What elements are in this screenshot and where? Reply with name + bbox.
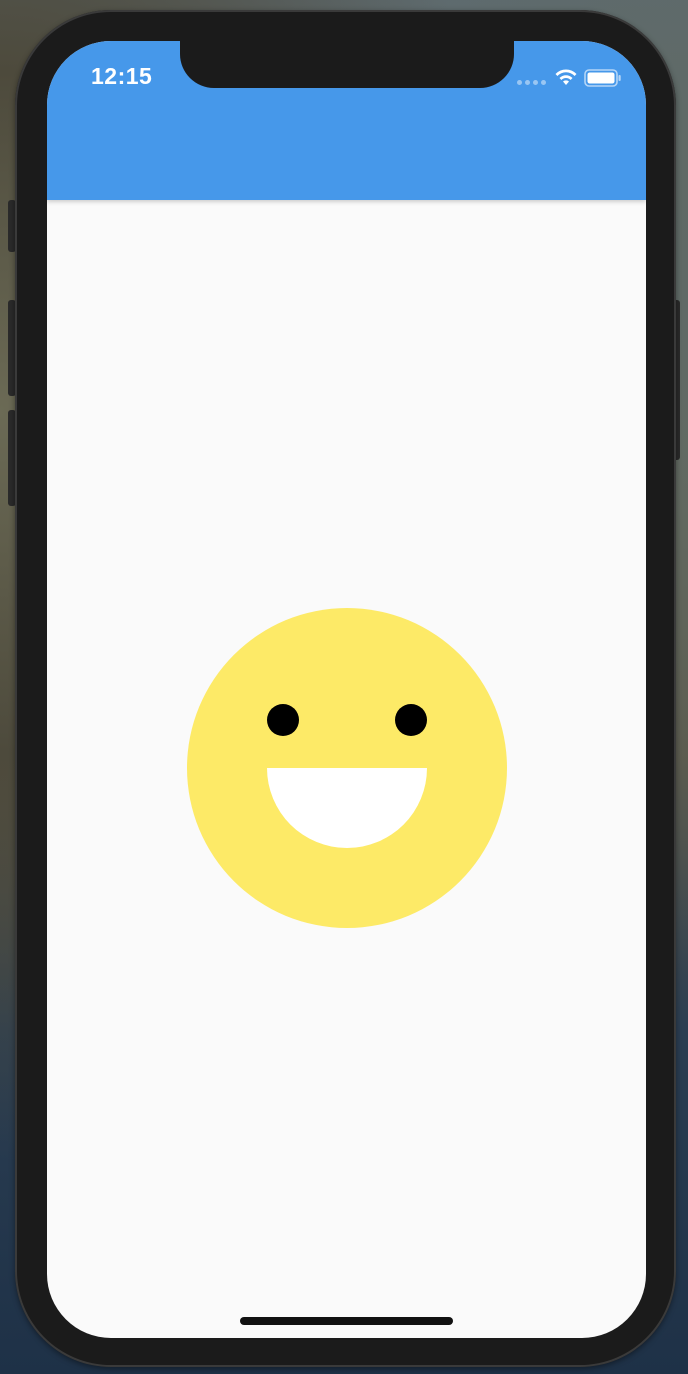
smiley-left-eye — [267, 704, 299, 736]
home-indicator[interactable] — [240, 1317, 453, 1325]
camera-notch — [180, 41, 514, 88]
cellular-signal-icon — [517, 80, 546, 85]
phone-screen: 12:15 — [47, 41, 646, 1338]
battery-icon — [584, 69, 621, 87]
status-time: 12:15 — [91, 63, 153, 89]
smiley-right-eye — [395, 704, 427, 736]
wifi-icon — [555, 69, 577, 85]
smiley-face-icon — [187, 608, 507, 928]
